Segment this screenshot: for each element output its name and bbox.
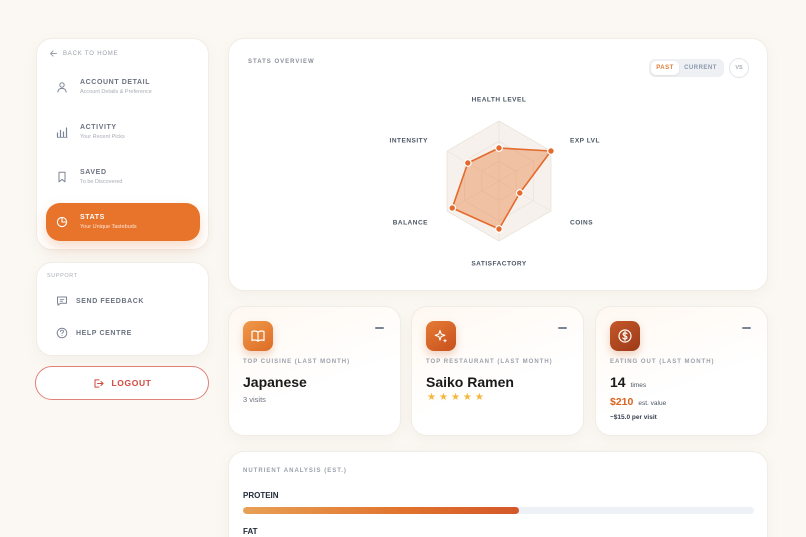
metric-label: TOP RESTAURANT (LAST MONTH) xyxy=(426,359,553,365)
radar-axis-label: INTENSITY xyxy=(390,138,429,145)
sidebar-item-subtitle: Account Details & Preference xyxy=(80,89,152,95)
stats-overview-card: STATS OVERVIEW PAST CURRENT VS HEALTH LE… xyxy=(228,38,768,291)
back-to-home-link[interactable]: BACK TO HOME xyxy=(49,49,118,58)
spend-estimate: $210 est. value xyxy=(610,396,666,408)
metric-value: Japanese xyxy=(243,374,307,390)
logout-icon xyxy=(94,378,104,388)
send-feedback-button[interactable]: SEND FEEDBACK xyxy=(56,295,144,307)
logout-button[interactable]: LOGOUT xyxy=(35,366,209,400)
sidebar-item-activity[interactable]: ACTIVITY Your Recent Picks xyxy=(46,113,200,151)
user-icon xyxy=(57,82,67,93)
spend-note: est. value xyxy=(638,400,667,407)
restaurant-badge xyxy=(426,321,456,351)
radar-axis-label: HEALTH LEVEL xyxy=(472,97,527,104)
radar-data-point[interactable] xyxy=(547,147,555,155)
collapse-icon[interactable] xyxy=(375,327,384,329)
radar-data-point[interactable] xyxy=(495,225,503,233)
eating-out-badge xyxy=(610,321,640,351)
radar-data-point[interactable] xyxy=(463,159,472,167)
protein-progress-fill xyxy=(243,507,519,514)
spend-value: $210 xyxy=(610,396,634,408)
top-cuisine-card: TOP CUISINE (LAST MONTH) Japanese 3 visi… xyxy=(228,306,401,436)
sidebar-item-subtitle: Your Unique Tastebuds xyxy=(80,224,137,230)
collapse-icon[interactable] xyxy=(558,327,567,329)
radar-data-point[interactable] xyxy=(495,144,503,152)
sidebar-item-title: ACCOUNT DETAIL xyxy=(80,79,151,86)
sidebar-item-title: ACTIVITY xyxy=(80,124,117,131)
dollar-icon xyxy=(618,329,632,343)
help-centre-label: HELP CENTRE xyxy=(76,329,132,337)
cuisine-badge xyxy=(243,321,273,351)
visit-count-unit: times xyxy=(630,382,647,389)
collapse-icon[interactable] xyxy=(742,327,751,329)
metric-value: Saiko Ramen xyxy=(426,374,514,390)
star-icon: ★ xyxy=(462,392,472,403)
radar-axis-label: SATISFACTORY xyxy=(471,261,527,268)
support-card: SUPPORT SEND FEEDBACK HELP CENTRE xyxy=(36,262,209,356)
star-icon: ★ xyxy=(474,392,484,403)
bookmark-icon xyxy=(58,171,66,183)
bar-chart-icon xyxy=(56,127,68,138)
sidebar-item-account-detail[interactable]: ACCOUNT DETAIL Account Details & Prefere… xyxy=(46,68,200,106)
radar-axis-label: BALANCE xyxy=(393,220,428,227)
metric-label: TOP CUISINE (LAST MONTH) xyxy=(243,359,351,365)
arrow-left-icon xyxy=(50,50,57,57)
radar-data-point[interactable] xyxy=(448,204,457,212)
nutrient-label-fat: FAT xyxy=(243,527,258,536)
message-icon xyxy=(57,296,67,306)
sidebar-item-stats[interactable]: STATS Your Unique Tastebuds xyxy=(46,203,200,241)
star-rating: ★ ★ ★ ★ ★ xyxy=(427,393,484,403)
metric-label: EATING OUT (LAST MONTH) xyxy=(610,359,715,365)
nutrient-analysis-card: NUTRIENT ANALYSIS (EST.) PROTEIN FAT xyxy=(228,451,768,537)
metric-subtext: 3 visits xyxy=(243,395,266,404)
per-visit-value: ~$15.0 per visit xyxy=(610,414,657,421)
support-heading: SUPPORT xyxy=(47,273,78,279)
eating-out-card: EATING OUT (LAST MONTH) 14 times $210 es… xyxy=(595,306,768,436)
visit-count-value: 14 xyxy=(610,374,626,390)
visit-count: 14 times xyxy=(610,374,646,390)
star-icon: ★ xyxy=(427,392,436,403)
logout-label: LOGOUT xyxy=(111,378,152,388)
nutrient-analysis-title: NUTRIENT ANALYSIS (EST.) xyxy=(243,468,347,474)
back-to-home-label: BACK TO HOME xyxy=(63,50,119,57)
send-feedback-label: SEND FEEDBACK xyxy=(76,297,145,305)
help-circle-icon xyxy=(56,327,68,339)
radar-axis-label: EXP LVL xyxy=(570,138,600,145)
nutrient-label-protein: PROTEIN xyxy=(243,491,279,500)
help-centre-button[interactable]: HELP CENTRE xyxy=(56,327,132,339)
star-icon: ★ xyxy=(438,392,448,403)
sidebar-item-title: STATS xyxy=(80,214,105,221)
radar-data-point[interactable] xyxy=(515,189,524,197)
pie-chart-icon xyxy=(56,216,68,228)
sidebar-item-title: SAVED xyxy=(80,169,107,176)
sparkle-icon xyxy=(434,329,448,343)
star-icon: ★ xyxy=(450,392,460,403)
sidebar-item-subtitle: To be Discovered xyxy=(80,179,123,185)
protein-progress-bar xyxy=(243,507,754,514)
book-icon xyxy=(251,330,265,342)
sidebar-item-subtitle: Your Recent Picks xyxy=(80,134,125,140)
radar-axis-label: COINS xyxy=(570,220,593,227)
top-restaurant-card: TOP RESTAURANT (LAST MONTH) Saiko Ramen … xyxy=(411,306,584,436)
sidebar-nav: BACK TO HOME ACCOUNT DETAIL Account Deta… xyxy=(36,38,209,250)
radar-chart: HEALTH LEVEL EXP LVL COINS SATISFACTORY BALA… xyxy=(390,97,600,268)
sidebar-item-saved[interactable]: SAVED To be Discovered xyxy=(46,158,200,196)
